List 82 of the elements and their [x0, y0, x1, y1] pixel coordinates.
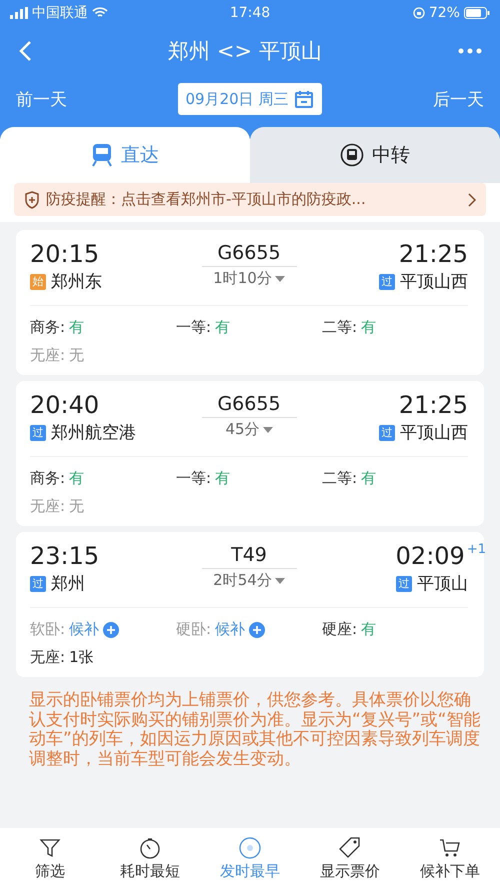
- seat-availability: 候补: [215, 620, 246, 639]
- duration: 45分: [225, 420, 260, 439]
- station-badge: 过: [379, 424, 395, 440]
- depart-time: 20:15: [30, 240, 100, 268]
- signal-icon: [10, 6, 28, 18]
- back-icon[interactable]: [18, 40, 32, 62]
- seat-availability: 无: [69, 346, 84, 365]
- station-badge: 过: [30, 576, 46, 592]
- train-icon: [91, 143, 113, 167]
- seat-class: 无座:: [30, 346, 66, 365]
- seat-class: 无座:: [30, 648, 66, 667]
- seat-availability: 有: [215, 469, 230, 488]
- train-number: G6655: [202, 391, 296, 418]
- more-icon[interactable]: [458, 48, 482, 54]
- arrive-time: 02:09: [396, 542, 465, 570]
- battery-percent: 72%: [428, 4, 460, 20]
- notice-text: 防疫提醒：点击查看郑州市-平顶山市的防疫政...: [46, 190, 367, 209]
- page-title: 郑州 <> 平顶山: [168, 38, 322, 65]
- arrive-station: 平顶山: [417, 573, 468, 595]
- sort-tab[interactable]: 显示票价: [300, 836, 400, 881]
- arrive-station: 平顶山西: [400, 271, 468, 293]
- train-card[interactable]: 20:40 过 郑州航空港 G6655 45分 21:25 过 平顶山西 商务: 有 一等: 有 二等: 有 无座: 无: [16, 381, 484, 526]
- seat-class: 商务:: [30, 318, 66, 337]
- shield-icon: [24, 190, 40, 208]
- seat-class: 商务:: [30, 469, 66, 488]
- arrive-time: 21:25: [398, 240, 468, 268]
- duration: 2时54分: [213, 571, 272, 590]
- seat-availability: 有: [361, 469, 376, 488]
- dropdown-icon: [262, 426, 273, 432]
- station-badge: 过: [396, 576, 412, 592]
- train-card[interactable]: 20:15 始 郑州东 G6655 1时10分 21:25 过 平顶山西 商务: 有 一等: 有 二等: 有 无座: 无: [16, 230, 484, 375]
- seat-class: 一等:: [176, 469, 212, 488]
- seat-availability: 有: [69, 469, 84, 488]
- fare-notice: 显示的卧铺票价均为上铺票价，供您参考。具体票价以您确认支付时实际购买的铺别票价为准。显示为“复兴号”或“智能动车”的列车，如因运力原因或其他不可控因素导致列车调度调整时，当前车型可能会发生变动。: [28, 689, 482, 769]
- seat-class: 无座:: [30, 497, 66, 516]
- battery-icon: [464, 6, 490, 18]
- transfer-icon: [340, 143, 364, 167]
- dropdown-icon: [274, 578, 285, 584]
- add-icon[interactable]: [103, 622, 120, 638]
- seat-class: 硬座:: [322, 620, 358, 639]
- station-badge: 始: [30, 274, 46, 290]
- station-badge: 过: [30, 424, 46, 440]
- wifi-icon: [92, 6, 108, 18]
- tab[interactable]: 中转: [250, 127, 500, 183]
- seat-availability: 有: [361, 620, 376, 639]
- day-offset: +1: [466, 542, 486, 557]
- seat-class: 软卧:: [30, 620, 66, 639]
- depart-station: 郑州航空港: [51, 422, 136, 444]
- seat-class: 硬卧:: [176, 620, 212, 639]
- depart-time: 20:40: [30, 391, 100, 419]
- tag-icon: [338, 836, 362, 860]
- seat-class: 一等:: [176, 318, 212, 337]
- sort-tab[interactable]: 候补下单: [400, 836, 500, 881]
- arrive-time: 21:25: [398, 391, 468, 419]
- train-number: G6655: [202, 240, 296, 267]
- seat-class: 二等:: [322, 469, 358, 488]
- depart-time: 23:15: [30, 542, 100, 570]
- station-badge: 过: [379, 274, 395, 290]
- clock-time: 17:48: [230, 4, 270, 20]
- clock-icon: [238, 836, 262, 860]
- train-number: T49: [202, 542, 296, 569]
- seat-availability: 有: [69, 318, 84, 337]
- chevron-right-icon: [468, 192, 476, 206]
- seat-availability: 1张: [69, 648, 94, 667]
- timer-icon: [138, 836, 162, 860]
- seat-availability: 有: [215, 318, 230, 337]
- sort-tab[interactable]: 筛选: [0, 836, 100, 881]
- sort-tab[interactable]: 耗时最短: [100, 836, 200, 881]
- notice-banner[interactable]: 防疫提醒：点击查看郑州市-平顶山市的防疫政...: [14, 183, 486, 216]
- rotation-lock-icon: [412, 6, 425, 18]
- seat-class: 二等:: [322, 318, 358, 337]
- duration: 1时10分: [213, 269, 272, 288]
- arrive-station: 平顶山西: [400, 422, 468, 444]
- add-icon[interactable]: [249, 622, 266, 638]
- calendar-icon: [294, 89, 314, 109]
- depart-station: 郑州东: [51, 271, 102, 293]
- dropdown-icon: [274, 276, 285, 282]
- depart-station: 郑州: [51, 573, 85, 595]
- carrier-name: 中国联通: [32, 4, 88, 22]
- seat-availability: 候补: [69, 620, 100, 639]
- seat-availability: 无: [69, 497, 84, 516]
- seat-availability: 有: [361, 318, 376, 337]
